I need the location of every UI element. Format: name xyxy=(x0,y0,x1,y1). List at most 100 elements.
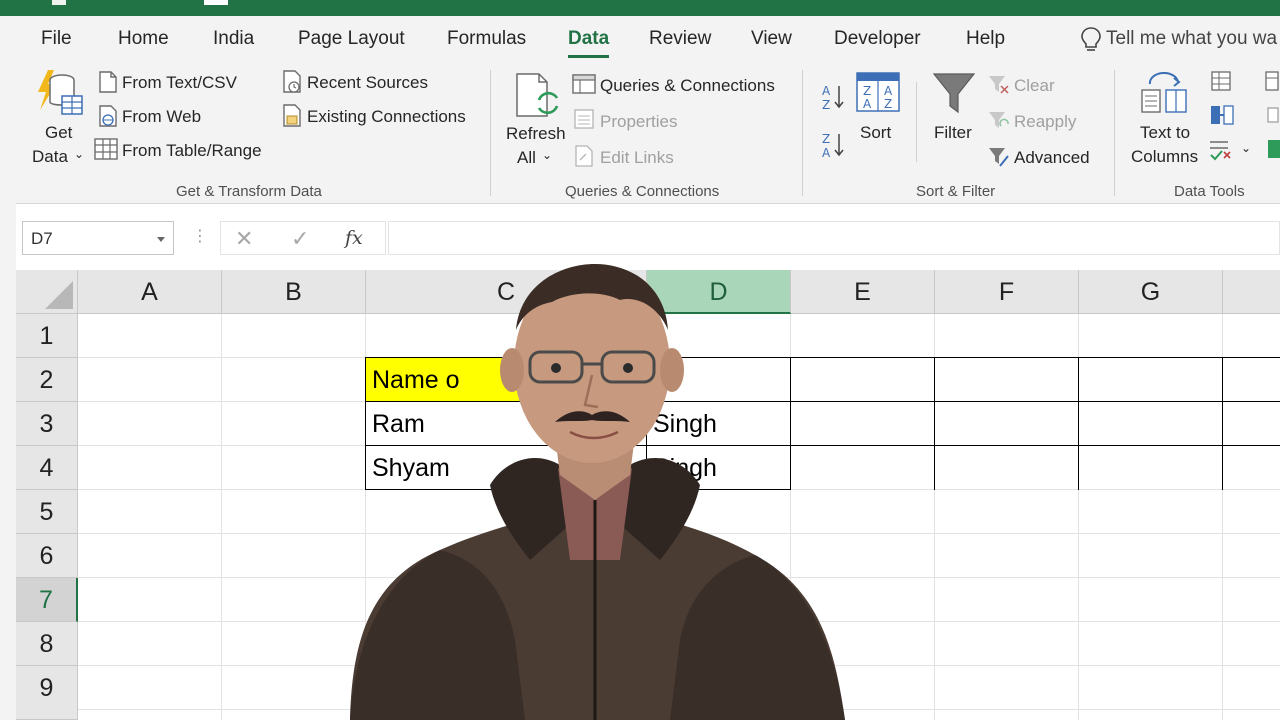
tab-developer[interactable]: Developer xyxy=(834,28,921,50)
recent-sources-icon xyxy=(283,70,301,93)
relationships-icon[interactable] xyxy=(1266,106,1280,124)
tab-formulas[interactable]: Formulas xyxy=(447,28,526,50)
tab-help[interactable]: Help xyxy=(966,28,1005,50)
row-header-8[interactable]: 8 xyxy=(16,622,78,666)
row-header-3[interactable]: 3 xyxy=(16,402,78,446)
insert-function-icon[interactable]: fx xyxy=(345,227,363,249)
row-header-1[interactable]: 1 xyxy=(16,314,78,358)
sort-dialog-icon[interactable]: Z A A Z xyxy=(856,72,900,112)
sort-z-to-a-icon[interactable]: Z A xyxy=(820,130,846,160)
tab-review[interactable]: Review xyxy=(649,28,711,50)
text-to-columns-icon[interactable] xyxy=(1140,72,1188,116)
sort-button[interactable]: Sort xyxy=(860,123,891,143)
webcam-presenter-overlay xyxy=(350,264,845,720)
svg-text:Z: Z xyxy=(863,84,871,98)
ribbon-data: Get Data ⌄ From Text/CSV From Web From T… xyxy=(16,62,1280,204)
svg-text:Z: Z xyxy=(822,98,830,112)
table-icon xyxy=(94,138,118,160)
edit-links-button[interactable]: Edit Links xyxy=(600,148,674,168)
reapply-icon xyxy=(989,112,1009,128)
reapply-button[interactable]: Reapply xyxy=(1014,112,1076,132)
name-box[interactable]: D7 xyxy=(22,221,174,255)
remove-duplicates-icon[interactable] xyxy=(1210,104,1234,126)
from-text-csv-button[interactable]: From Text/CSV xyxy=(122,73,237,93)
column-header-h[interactable] xyxy=(1223,270,1280,314)
svg-text:A: A xyxy=(822,84,831,98)
get-data-chevron-down-icon[interactable]: ⌄ xyxy=(74,147,84,161)
select-all-corner[interactable] xyxy=(16,270,78,314)
data-validation-chevron-down-icon[interactable]: ⌄ xyxy=(1241,141,1251,155)
advanced-button[interactable]: Advanced xyxy=(1014,148,1090,168)
window-left-edge xyxy=(0,16,16,720)
text-to-columns-label-2[interactable]: Columns xyxy=(1131,147,1198,167)
edit-links-icon xyxy=(575,145,593,167)
svg-text:A: A xyxy=(884,84,893,98)
formula-bar-buttons: ✕ ✓ fx xyxy=(220,221,386,255)
sort-a-to-z-icon[interactable]: A Z xyxy=(820,82,846,112)
flash-fill-icon[interactable] xyxy=(1210,70,1232,92)
touch-mode-icon[interactable] xyxy=(204,0,228,5)
refresh-all-label-1[interactable]: Refresh xyxy=(506,124,566,144)
sort-filter-divider xyxy=(916,82,917,162)
text-to-columns-label-1[interactable]: Text to xyxy=(1140,123,1190,143)
column-header-f[interactable]: F xyxy=(935,270,1079,314)
filter-funnel-icon[interactable] xyxy=(932,70,976,116)
svg-text:Z: Z xyxy=(822,132,830,146)
table-border xyxy=(934,357,935,490)
title-bar xyxy=(0,0,1280,16)
recent-sources-button[interactable]: Recent Sources xyxy=(307,73,428,93)
formula-input[interactable] xyxy=(388,221,1280,255)
get-data-label-2[interactable]: Data xyxy=(32,147,68,167)
get-data-icon[interactable] xyxy=(34,68,86,120)
formula-bar-resize-handle[interactable]: ⋮ xyxy=(192,226,208,246)
save-icon[interactable] xyxy=(52,0,66,5)
web-icon xyxy=(99,105,117,127)
from-table-range-button[interactable]: From Table/Range xyxy=(122,141,262,161)
advanced-filter-icon xyxy=(989,148,1009,167)
column-header-g[interactable]: G xyxy=(1079,270,1223,314)
lightbulb-icon xyxy=(1081,27,1101,51)
cancel-icon[interactable]: ✕ xyxy=(235,226,253,252)
text-file-icon xyxy=(99,71,117,93)
from-web-button[interactable]: From Web xyxy=(122,107,201,127)
row-header-6[interactable]: 6 xyxy=(16,534,78,578)
column-header-a[interactable]: A xyxy=(78,270,222,314)
properties-button[interactable]: Properties xyxy=(600,112,677,132)
enter-check-icon[interactable]: ✓ xyxy=(291,226,309,252)
group-separator xyxy=(490,70,491,196)
tab-data[interactable]: Data xyxy=(568,28,610,58)
tell-me-search[interactable]: Tell me what you wa xyxy=(1106,28,1277,50)
tab-page-layout[interactable]: Page Layout xyxy=(298,28,405,50)
refresh-all-icon[interactable] xyxy=(513,70,561,122)
tab-home[interactable]: Home xyxy=(118,28,169,50)
row-header-2[interactable]: 2 xyxy=(16,358,78,402)
row-header-7[interactable]: 7 xyxy=(16,578,78,622)
gridline xyxy=(221,314,222,720)
tab-india[interactable]: India xyxy=(213,28,254,50)
name-box-chevron-down-icon[interactable] xyxy=(157,237,165,242)
queries-connections-icon xyxy=(572,74,596,94)
existing-connections-icon xyxy=(283,104,301,127)
tab-view[interactable]: View xyxy=(751,28,792,50)
refresh-all-label-2[interactable]: All xyxy=(517,148,536,168)
row-header-9[interactable]: 9 xyxy=(16,666,78,720)
row-header-5[interactable]: 5 xyxy=(16,490,78,534)
row-header-4[interactable]: 4 xyxy=(16,446,78,490)
name-box-value: D7 xyxy=(31,229,53,248)
filter-button[interactable]: Filter xyxy=(934,123,972,143)
get-data-label-1[interactable]: Get xyxy=(45,123,72,143)
data-validation-icon[interactable] xyxy=(1208,138,1234,162)
table-border xyxy=(1222,357,1223,490)
group-separator xyxy=(1114,70,1115,196)
svg-text:A: A xyxy=(863,97,872,111)
clear-filter-icon xyxy=(989,76,1009,94)
queries-group-label: Queries & Connections xyxy=(565,183,720,200)
consolidate-icon[interactable] xyxy=(1264,70,1280,92)
data-model-icon[interactable] xyxy=(1266,138,1280,160)
queries-connections-button[interactable]: Queries & Connections xyxy=(600,76,775,96)
tab-file[interactable]: File xyxy=(41,28,72,50)
existing-connections-button[interactable]: Existing Connections xyxy=(307,107,466,127)
refresh-chevron-down-icon[interactable]: ⌄ xyxy=(542,148,552,162)
clear-button[interactable]: Clear xyxy=(1014,76,1055,96)
group-separator xyxy=(802,70,803,196)
